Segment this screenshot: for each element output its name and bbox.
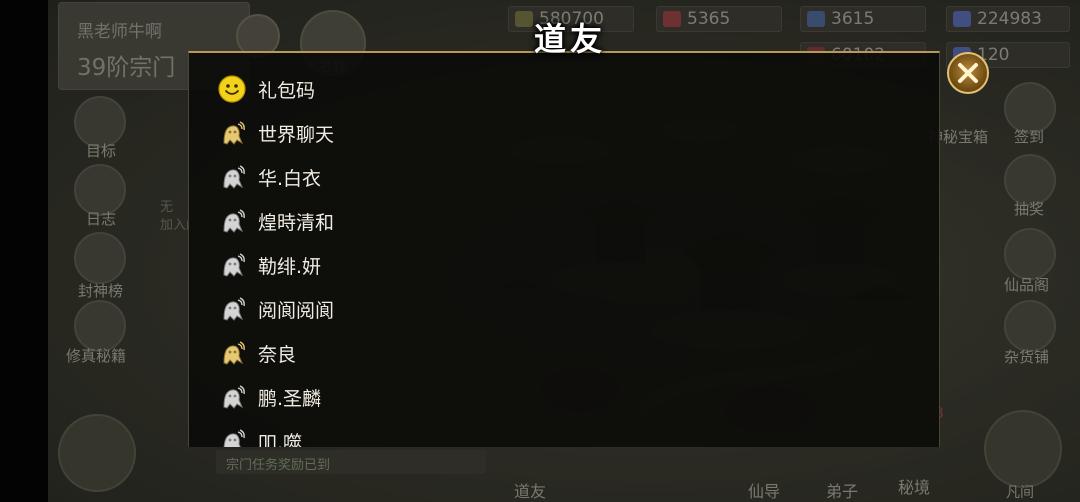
- ghost-silver-icon: [223, 297, 245, 321]
- friend-list-item[interactable]: 阅阆阅阆: [189, 287, 509, 331]
- friend-list[interactable]: 礼包码世界聊天华.白衣煌時清和勒绯.妍阅阆阅阆奈良鹏.圣麟吅.噬: [189, 67, 509, 447]
- close-icon: [958, 63, 978, 83]
- close-button[interactable]: [947, 52, 989, 94]
- ghost-silver-icon: [223, 385, 245, 409]
- friend-name: 吅.噬: [258, 432, 303, 447]
- friend-list-item[interactable]: 世界聊天: [189, 111, 509, 155]
- smiley-icon: [218, 75, 246, 103]
- friend-name: 华.白衣: [258, 168, 322, 190]
- friend-name: 世界聊天: [258, 124, 335, 146]
- friend-list-item[interactable]: 鹏.圣麟: [189, 375, 509, 419]
- friend-list-item[interactable]: 勒绯.妍: [189, 243, 509, 287]
- friend-list-item[interactable]: 华.白衣: [189, 155, 509, 199]
- friend-name: 煌時清和: [258, 212, 335, 234]
- friend-list-item[interactable]: 奈良: [189, 331, 509, 375]
- friend-name: 阅阆阅阆: [258, 300, 335, 322]
- ghost-silver-icon: [223, 429, 245, 447]
- friend-name: 勒绯.妍: [258, 256, 322, 278]
- dialog-title: 道友: [533, 20, 606, 58]
- friend-name: 礼包码: [258, 80, 316, 102]
- ghost-gold-icon: [223, 341, 245, 365]
- friends-dialog: 礼包码世界聊天华.白衣煌時清和勒绯.妍阅阆阅阆奈良鹏.圣麟吅.噬: [188, 51, 940, 447]
- friend-list-item[interactable]: 礼包码: [189, 67, 509, 111]
- friend-list-item[interactable]: 煌時清和: [189, 199, 509, 243]
- friend-name: 奈良: [258, 344, 297, 366]
- ghost-gold-icon: [223, 121, 245, 145]
- ghost-silver-icon: [223, 165, 245, 189]
- friend-list-item[interactable]: 吅.噬: [189, 419, 509, 447]
- ghost-silver-icon: [223, 209, 245, 233]
- ghost-silver-icon: [223, 253, 245, 277]
- friend-name: 鹏.圣麟: [258, 388, 322, 410]
